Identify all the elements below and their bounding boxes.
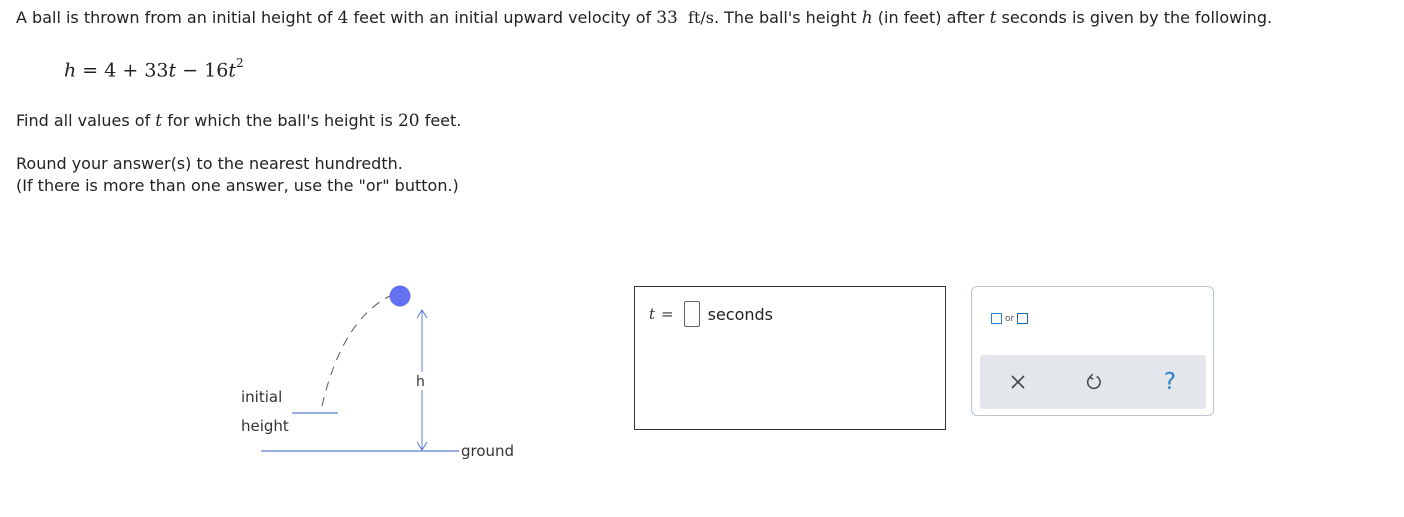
equation-exponent: 2 (236, 56, 244, 70)
question-part3: feet. (419, 111, 462, 130)
or-button[interactable]: or (991, 313, 1029, 324)
x-icon (1011, 375, 1025, 389)
help-icon: ? (1163, 368, 1177, 395)
or-label: or (1005, 313, 1015, 324)
answer-input[interactable] (683, 301, 700, 327)
initial-label: initial (241, 388, 282, 406)
or-button-hint: (If there is more than one answer, use t… (16, 176, 459, 195)
target-height-value: 20 (397, 111, 420, 131)
initial-height-value: 4 (337, 8, 349, 28)
problem-text-part2: feet with an initial upward velocity of (348, 8, 657, 27)
height-label: h (416, 374, 425, 390)
or-left-box-icon (991, 313, 1002, 324)
answer-row: t = seconds (649, 301, 773, 327)
answer-variable: t (649, 305, 656, 323)
velocity-value: 33 (656, 8, 678, 28)
math-tool-panel: or ? (971, 286, 1214, 416)
problem-text-part5: seconds is given by the following. (996, 8, 1273, 27)
question-text: Find all values of t for which the ball'… (16, 110, 461, 132)
question-part1: Find all values of (16, 111, 156, 130)
answer-equals: = (661, 305, 674, 323)
problem-text-part1: A ball is thrown from an initial height … (16, 8, 338, 27)
tool-bar: ? (980, 355, 1206, 409)
equation-var1: t (168, 59, 177, 82)
rounding-instruction: Round your answer(s) to the nearest hund… (16, 154, 403, 173)
problem-text-part4: (in feet) after (872, 8, 990, 27)
answer-area: t = seconds (634, 286, 946, 430)
ball-trajectory-figure: h initial height ground (241, 285, 514, 460)
undo-icon (1086, 373, 1101, 390)
equation-var2: t (228, 59, 236, 82)
equation-coef1: 33 (144, 59, 169, 82)
help-button[interactable]: ? (1155, 367, 1185, 397)
ground-label: ground (461, 442, 514, 460)
answer-unit: seconds (707, 304, 774, 324)
clear-button[interactable] (1003, 367, 1033, 397)
undo-button[interactable] (1079, 367, 1109, 397)
trajectory-path (321, 295, 391, 407)
ball (389, 285, 411, 307)
question-part2: for which the ball's height is (162, 111, 398, 130)
height-variable: h (861, 8, 873, 28)
problem-statement: A ball is thrown from an initial height … (16, 7, 1272, 29)
height-word-label: height (241, 417, 289, 435)
equation-lhs: h (64, 59, 77, 82)
problem-text-part3: . The ball's height (713, 8, 862, 27)
question-page: A ball is thrown from an initial height … (0, 0, 1404, 517)
or-right-box-icon (1017, 313, 1029, 324)
equation-coef2: 16 (204, 59, 229, 82)
height-equation: h = 4 + 33t − 16t2 (64, 56, 244, 82)
velocity-unit: ft/s (688, 8, 714, 27)
equation-constant: 4 (104, 59, 117, 82)
